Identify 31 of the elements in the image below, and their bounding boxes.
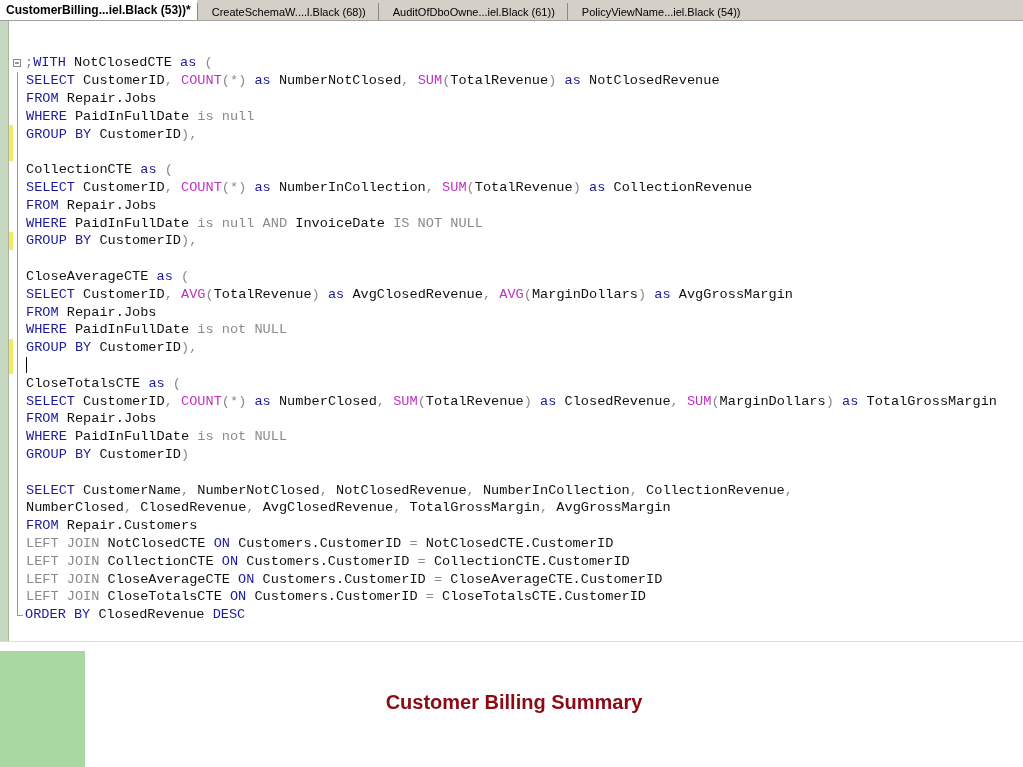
code-line: NumberClosed, ClosedRevenue, AvgClosedRevenue, TotalGrossMargin, AvgGrossMargin [26, 499, 671, 517]
code-line: SELECT CustomerName, NumberNotClosed, NotClosedRevenue, NumberInCollection, CollectionRevenue, [26, 481, 793, 499]
code-line: CloseAverageCTE as ( [26, 267, 190, 285]
code-line: FROM Repair.Jobs [26, 196, 157, 214]
code-line: CollectionCTE as ( [26, 161, 173, 179]
code-line: SELECT CustomerID, AVG(TotalRevenue) as AvgClosedRevenue, AVG(MarginDollars) as AvgGrossMargin [26, 285, 793, 303]
code-line: SELECT CustomerID, COUNT(*) as NumberInCollection, SUM(TotalRevenue) as CollectionRevenue [26, 178, 753, 196]
code-line: LEFT JOIN CollectionCTE ON Customers.CustomerID = CollectionCTE.CustomerID [26, 552, 630, 570]
code-line: SELECT CustomerID, COUNT(*) as NumberNotClosed, SUM(TotalRevenue) as NotClosedRevenue [26, 72, 720, 90]
code-line: ORDER BY ClosedRevenue DESC [25, 606, 246, 624]
code-line: WHERE PaidInFullDate is null AND InvoiceDate IS NOT NULL [26, 214, 483, 232]
code-line: FROM Repair.Customers [26, 517, 198, 535]
code-line: CloseTotalsCTE as ( [26, 374, 182, 392]
code-line: LEFT JOIN CloseTotalsCTE ON Customers.CustomerID = CloseTotalsCTE.CustomerID [26, 588, 647, 606]
code-line: FROM Repair.Jobs [26, 410, 157, 428]
code-line: SELECT CustomerID, COUNT(*) as NumberClosed, SUM(TotalRevenue) as ClosedRevenue, SUM(MarginDollars) as TotalGrossMargin [26, 392, 997, 410]
code-line: WHERE PaidInFullDate is not NULL [26, 428, 288, 446]
collapse-icon[interactable] [13, 58, 21, 67]
code-line: GROUP BY CustomerID) [26, 445, 190, 463]
code-line: GROUP BY CustomerID), [26, 125, 198, 143]
code-line: ;WITH NotClosedCTE as ( [25, 54, 213, 72]
document-tab[interactable]: CustomerBilling...iel.Black (53))* [0, 0, 197, 20]
code-line: WHERE PaidInFullDate is null [26, 107, 255, 125]
code-line: LEFT JOIN NotClosedCTE ON Customers.CustomerID = NotClosedCTE.CustomerID [26, 534, 614, 552]
code-line: WHERE PaidInFullDate is not NULL [26, 321, 288, 339]
code-line: GROUP BY CustomerID), [26, 339, 198, 357]
code-line: FROM Repair.Jobs [26, 90, 157, 107]
code-line: LEFT JOIN CloseAverageCTE ON Customers.CustomerID = CloseAverageCTE.CustomerID [26, 570, 663, 588]
code-line: FROM Repair.Jobs [26, 303, 157, 321]
code-line: GROUP BY CustomerID), [26, 232, 198, 250]
slide-title: Customer Billing Summary [385, 691, 643, 713]
